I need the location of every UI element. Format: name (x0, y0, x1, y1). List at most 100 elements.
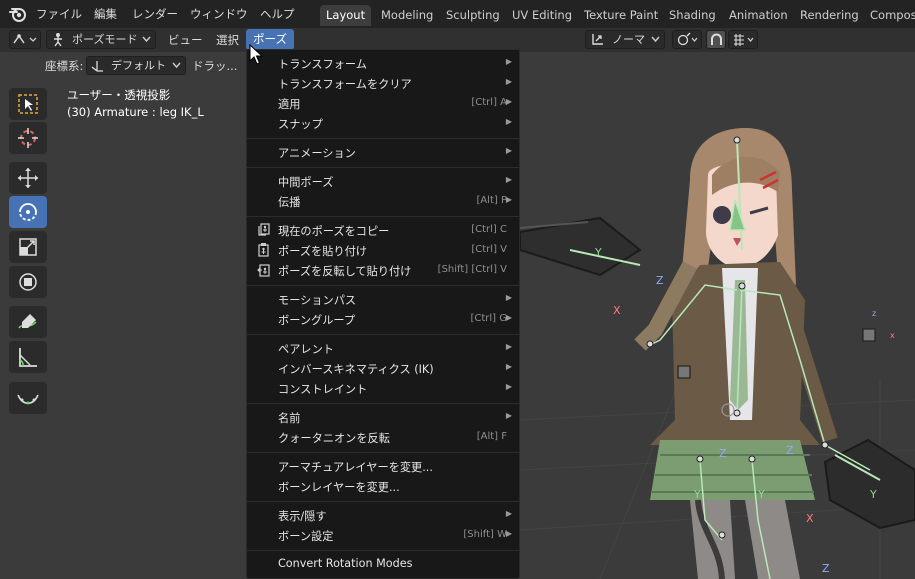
menu-item-constraints[interactable]: コンストレイント ▶ (247, 378, 519, 398)
character-legs (690, 499, 800, 579)
submenu-arrow-icon: ▶ (505, 146, 512, 155)
tool-transform[interactable] (9, 266, 47, 298)
menu-edit[interactable]: 編集 (94, 6, 117, 22)
tab-layout[interactable]: Layout (320, 5, 372, 26)
view-name-text: ユーザー・透視投影 (67, 88, 171, 102)
menu-separator (247, 167, 519, 168)
menu-item-parent[interactable]: ペアレント ▶ (247, 338, 519, 358)
menu-item-label: 伝播 (278, 196, 301, 209)
menu-item-bone-groups[interactable]: ボーングループ [Ctrl] G ▶ (247, 309, 519, 329)
menu-file[interactable]: ファイル (36, 6, 82, 22)
scale-icon (19, 238, 37, 256)
menu-item-in-betweens[interactable]: 中間ポーズ ▶ (247, 171, 519, 191)
menu-item-clear-transform[interactable]: トランスフォームをクリア ▶ (247, 73, 519, 93)
blender-logo-icon[interactable] (8, 4, 28, 24)
rotate-icon (19, 203, 37, 221)
snap-target-select[interactable] (728, 30, 758, 49)
menu-item-shortcut: [Alt] P (476, 195, 507, 206)
menu-item-shortcut: [Shift] W (463, 529, 507, 540)
tool-rotate[interactable] (9, 196, 47, 228)
editor-type-button[interactable] (9, 30, 41, 49)
menu-item-flip-quaternions[interactable]: クォータニオンを反転 [Alt] F (247, 427, 519, 447)
mode-label: ポーズモード (72, 33, 138, 46)
tab-modeling[interactable]: Modeling (375, 5, 439, 26)
snap-toggle[interactable] (706, 30, 726, 49)
tab-compositing[interactable]: Composit (864, 5, 915, 26)
menu-item-change-armature-layers[interactable]: アーマチュアレイヤーを変更... (247, 456, 519, 476)
top-bar: ファイル 編集 レンダー ウィンドウ ヘルプ Layout Modeling S… (0, 0, 915, 28)
menu-help[interactable]: ヘルプ (260, 6, 295, 22)
menu-item-names[interactable]: 名前 ▶ (247, 407, 519, 427)
menu-view[interactable]: ビュー (168, 32, 203, 48)
menu-item-label: トランスフォーム (278, 58, 367, 71)
menu-window[interactable]: ウィンドウ (190, 6, 248, 22)
menu-item-show-hide[interactable]: 表示/隠す ▶ (247, 505, 519, 525)
submenu-arrow-icon: ▶ (505, 117, 512, 126)
tab-uv-editing[interactable]: UV Editing (506, 5, 578, 26)
mode-select[interactable]: ポーズモード (46, 30, 156, 49)
drag-label[interactable]: ドラッ... (192, 58, 237, 74)
svg-text:Y: Y (869, 488, 877, 501)
menu-item-label: クォータニオンを反転 (278, 432, 390, 445)
svg-text:Z: Z (786, 444, 794, 457)
menu-select[interactable]: 選択 (216, 32, 239, 48)
menu-item-change-bone-layers[interactable]: ボーンレイヤーを変更... (247, 476, 519, 496)
svg-text:X: X (806, 512, 814, 525)
tool-move[interactable] (9, 162, 47, 194)
tab-shading[interactable]: Shading (663, 5, 722, 26)
menu-item-inverse-kinematics[interactable]: インバースキネマティクス (IK) ▶ (247, 358, 519, 378)
svg-text:Y: Y (693, 488, 701, 501)
tool-annotate[interactable] (9, 306, 47, 338)
magnet-icon (711, 33, 722, 45)
tool-measure[interactable] (9, 341, 47, 373)
tab-sculpting[interactable]: Sculpting (440, 5, 506, 26)
tool-scale[interactable] (9, 231, 47, 263)
move-icon (18, 168, 38, 188)
annotate-pencil-icon (18, 314, 37, 329)
svg-text:Y: Y (594, 246, 602, 259)
copy-pose-icon (258, 223, 270, 236)
menu-item-propagate[interactable]: 伝播 [Alt] P ▶ (247, 191, 519, 211)
transform-orientation-select[interactable]: ノーマ (585, 30, 665, 49)
submenu-arrow-icon: ▶ (505, 529, 512, 538)
tab-texture-paint[interactable]: Texture Paint (578, 5, 664, 26)
select-box-icon (18, 94, 38, 114)
tab-rendering[interactable]: Rendering (794, 5, 865, 26)
character-left-arm (519, 216, 642, 277)
measure-icon (19, 348, 37, 367)
pose-relax-icon (17, 394, 39, 405)
submenu-arrow-icon: ▶ (505, 293, 512, 302)
coord-system-select[interactable]: デフォルト (86, 56, 186, 75)
menu-item-convert-rotation-modes[interactable]: Convert Rotation Modes (247, 554, 519, 574)
svg-text:Z: Z (719, 447, 727, 460)
menu-separator (247, 550, 519, 551)
menu-item-label: モーションパス (278, 294, 357, 307)
menu-separator (247, 285, 519, 286)
menu-item-motion-paths[interactable]: モーションパス ▶ (247, 289, 519, 309)
tool-cursor[interactable] (9, 122, 47, 154)
menu-item-label: ポーズを反転して貼り付け (278, 265, 412, 278)
menu-render[interactable]: レンダー (132, 6, 178, 22)
submenu-arrow-icon: ▶ (505, 195, 512, 204)
menu-item-animation[interactable]: アニメーション ▶ (247, 142, 519, 162)
menu-item-label: ボーンレイヤーを変更... (278, 481, 400, 494)
submenu-arrow-icon: ▶ (505, 342, 512, 351)
menu-item-apply[interactable]: 適用 [Ctrl] A ▶ (247, 93, 519, 113)
menu-item-copy-pose[interactable]: 現在のポーズをコピー [Ctrl] C (247, 220, 519, 240)
tool-relax[interactable] (9, 382, 47, 414)
3d-cursor-icon (18, 128, 38, 148)
menu-item-label: ボーングループ (278, 314, 356, 327)
menu-item-label: ペアレント (278, 343, 334, 356)
menu-item-snap[interactable]: スナップ ▶ (247, 113, 519, 133)
menu-item-transform[interactable]: トランスフォーム ▶ (247, 53, 519, 73)
submenu-arrow-icon: ▶ (505, 175, 512, 184)
menu-item-paste-flipped-pose[interactable]: ポーズを反転して貼り付け [Shift] [Ctrl] V (247, 260, 519, 280)
menu-item-bone-settings[interactable]: ボーン設定 [Shift] W ▶ (247, 525, 519, 545)
menu-item-label: 現在のポーズをコピー (278, 225, 390, 238)
menu-item-label: 表示/隠す (278, 510, 327, 523)
tool-select-box[interactable] (9, 88, 47, 120)
pivot-point-select[interactable] (672, 30, 702, 49)
menu-item-paste-pose[interactable]: ポーズを貼り付け [Ctrl] V (247, 240, 519, 260)
orientation-label: ノーマ (612, 33, 645, 46)
tab-animation[interactable]: Animation (723, 5, 794, 26)
